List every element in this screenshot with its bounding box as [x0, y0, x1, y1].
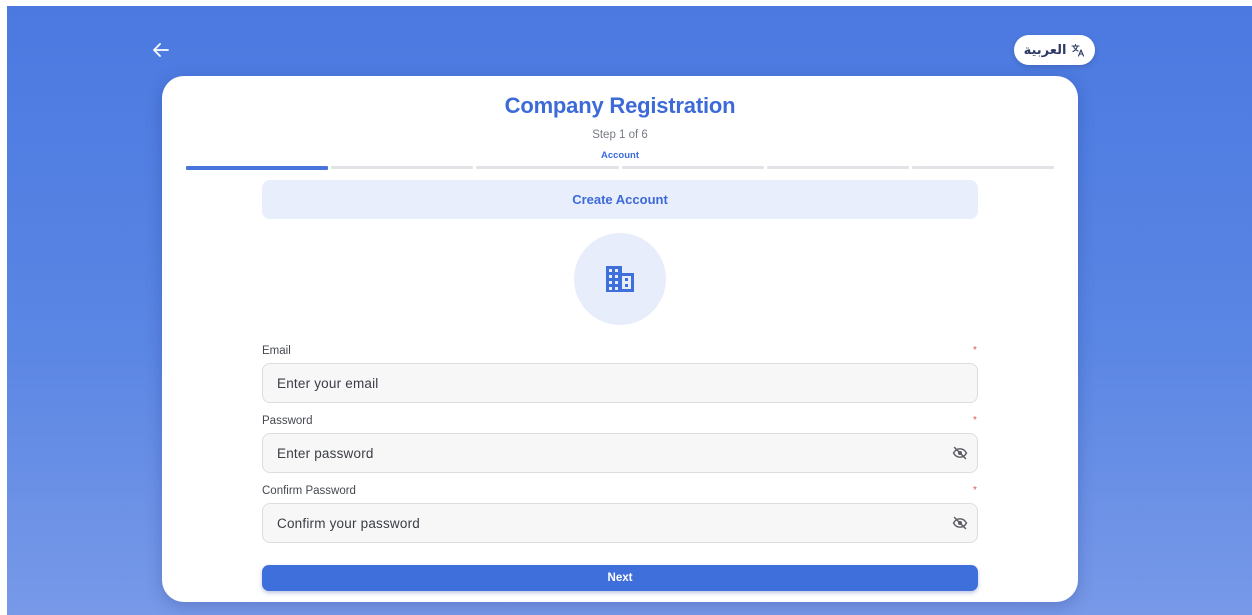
progress-segment-3 — [476, 166, 619, 169]
eye-off-icon — [952, 516, 968, 530]
section-header: Create Account — [262, 180, 978, 219]
progress-segment-5 — [766, 166, 909, 169]
company-emblem — [574, 233, 666, 325]
confirm-password-visibility-toggle[interactable] — [951, 514, 969, 532]
email-required-marker: * — [973, 345, 977, 356]
step-progress-bar — [186, 166, 1055, 170]
progress-segment-4 — [621, 166, 764, 169]
page-title: Company Registration — [504, 93, 736, 118]
language-label: العربية — [1023, 42, 1067, 57]
password-visibility-toggle[interactable] — [951, 444, 969, 462]
progress-segment-6 — [911, 166, 1055, 169]
language-button[interactable]: العربية — [1014, 35, 1095, 65]
registration-card: Company Registration Step 1 of 6 Account… — [162, 76, 1078, 602]
eye-off-icon — [952, 446, 968, 460]
progress-segment-2 — [331, 166, 474, 169]
building-icon — [606, 266, 634, 292]
section-title: Create Account — [572, 192, 668, 207]
confirm-password-required-marker: * — [973, 485, 977, 496]
confirm-password-label: Confirm Password — [262, 485, 356, 497]
progress-segment-1 — [186, 166, 329, 170]
password-field[interactable] — [262, 433, 978, 473]
password-label: Password — [262, 415, 313, 427]
confirm-password-field[interactable] — [262, 503, 978, 543]
step-name: Account — [601, 150, 639, 161]
email-field[interactable] — [262, 363, 978, 403]
translate-icon — [1071, 43, 1085, 57]
arrow-left-icon — [153, 43, 169, 57]
step-indicator: Step 1 of 6 — [592, 129, 648, 141]
email-label: Email — [262, 345, 291, 357]
password-required-marker: * — [973, 415, 977, 426]
next-button[interactable]: Next — [262, 565, 978, 591]
back-button[interactable] — [149, 38, 173, 62]
